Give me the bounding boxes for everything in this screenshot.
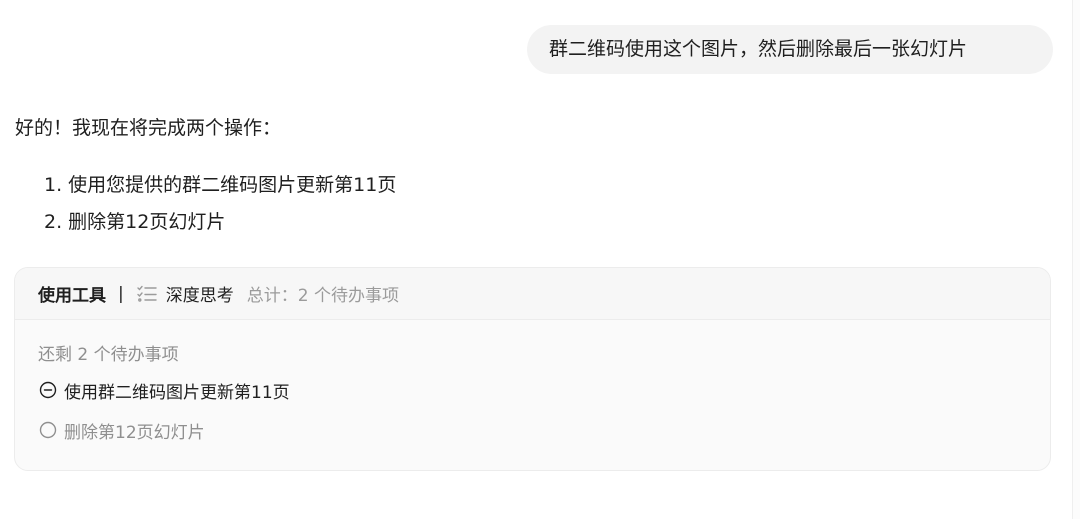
header-separator: |: [118, 283, 124, 304]
todo-label: 使用群二维码图片更新第11页: [64, 382, 290, 403]
deep-think-label: 深度思考: [165, 286, 234, 306]
user-message-text: 群二维码使用这个图片，然后删除最后一张幻灯片: [549, 38, 968, 60]
tool-card-header[interactable]: 使用工具 | 深度思考 总计：2 个待办事项: [15, 268, 1050, 320]
minus-circle-icon: [39, 381, 57, 399]
assistant-steps-list: 1. 使用您提供的群二维码图片更新第11页 2. 删除第12页幻灯片: [44, 167, 396, 241]
tool-usage-card: 使用工具 | 深度思考 总计：2 个待办事项 还剩 2 个待办事项 使用群二维码…: [14, 267, 1051, 471]
todo-remaining: 还剩 2 个待办事项: [38, 345, 179, 365]
tool-card-body: 还剩 2 个待办事项 使用群二维码图片更新第11页 删除第12页幻灯片: [15, 320, 1050, 450]
todo-label: 删除第12页幻灯片: [64, 422, 205, 443]
todo-item-pending: 删除第12页幻灯片: [38, 410, 1050, 450]
todo-total: 总计：2 个待办事项: [246, 286, 399, 306]
step-item: 1. 使用您提供的群二维码图片更新第11页: [44, 174, 397, 196]
list-icon: [137, 285, 157, 302]
scrollbar-track[interactable]: [1072, 0, 1080, 519]
tool-card-title: 使用工具: [38, 286, 106, 306]
step-item: 2. 删除第12页幻灯片: [44, 211, 226, 233]
assistant-intro: 好的！我现在将完成两个操作：: [15, 117, 282, 139]
todo-item-in-progress: 使用群二维码图片更新第11页: [38, 370, 1050, 410]
empty-circle-icon: [39, 421, 57, 439]
user-message-bubble: 群二维码使用这个图片，然后删除最后一张幻灯片: [527, 25, 1053, 74]
